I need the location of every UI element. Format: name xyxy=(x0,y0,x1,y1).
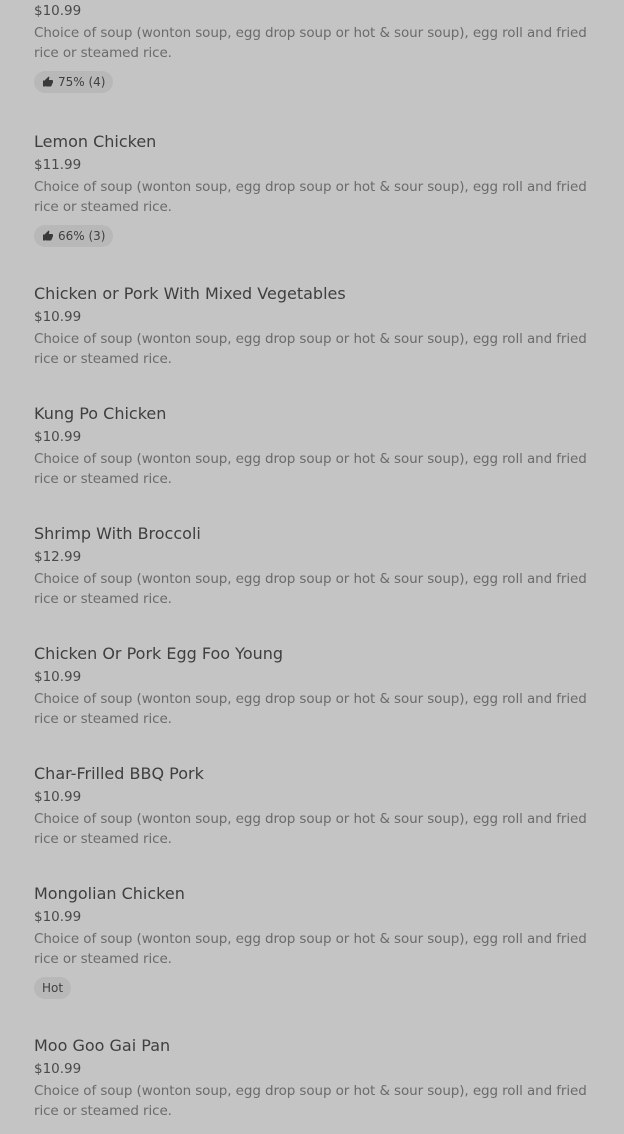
rating-text: 66% (3) xyxy=(58,229,106,243)
item-title: Chicken or Pork With Mixed Vegetables xyxy=(34,284,346,303)
item-price: $10.99 xyxy=(34,669,82,685)
item-price: $10.99 xyxy=(34,1061,82,1077)
menu-item[interactable]: Mongolian Chicken $10.99 Choice of soup … xyxy=(0,884,624,999)
item-price: $11.99 xyxy=(34,157,82,173)
thumbs-up-icon xyxy=(42,76,54,88)
item-title: Lemon Chicken xyxy=(34,132,157,151)
item-title: Shrimp With Broccoli xyxy=(34,524,201,543)
item-description: Choice of soup (wonton soup, egg drop so… xyxy=(34,1083,587,1119)
item-description: Choice of soup (wonton soup, egg drop so… xyxy=(34,571,587,607)
tag-text: Hot xyxy=(42,981,64,995)
menu-item[interactable]: Char-Frilled BBQ Pork $10.99 Choice of s… xyxy=(0,764,624,849)
item-description: Choice of soup (wonton soup, egg drop so… xyxy=(34,179,587,215)
menu-item[interactable]: Moo Goo Gai Pan $10.99 Choice of soup (w… xyxy=(0,1036,624,1121)
item-description: Choice of soup (wonton soup, egg drop so… xyxy=(34,811,587,847)
menu-item[interactable]: Kung Po Chicken $10.99 Choice of soup (w… xyxy=(0,404,624,489)
menu-item[interactable]: Lemon Chicken $11.99 Choice of soup (won… xyxy=(0,132,624,247)
item-title: Mongolian Chicken xyxy=(34,884,185,903)
tag-badge: Hot xyxy=(34,977,72,999)
item-price: $10.99 xyxy=(34,789,82,805)
rating-badge: 75% (4) xyxy=(34,71,114,93)
item-description: Choice of soup (wonton soup, egg drop so… xyxy=(34,691,587,727)
item-price: $10.99 xyxy=(34,429,82,445)
item-price: $12.99 xyxy=(34,549,82,565)
item-description: Choice of soup (wonton soup, egg drop so… xyxy=(34,331,587,367)
item-title: Moo Goo Gai Pan xyxy=(34,1036,171,1055)
item-description: Choice of soup (wonton soup, egg drop so… xyxy=(34,931,587,967)
rating-text: 75% (4) xyxy=(58,75,106,89)
item-price: $10.99 xyxy=(34,909,82,925)
menu-item[interactable]: $10.99 Choice of soup (wonton soup, egg … xyxy=(0,0,624,93)
menu-item[interactable]: Chicken or Pork With Mixed Vegetables $1… xyxy=(0,284,624,369)
item-description: Choice of soup (wonton soup, egg drop so… xyxy=(34,25,587,61)
item-description: Choice of soup (wonton soup, egg drop so… xyxy=(34,451,587,487)
item-title: Chicken Or Pork Egg Foo Young xyxy=(34,644,284,663)
thumbs-up-icon xyxy=(42,230,54,242)
menu-item[interactable]: Chicken Or Pork Egg Foo Young $10.99 Cho… xyxy=(0,644,624,729)
item-title: Kung Po Chicken xyxy=(34,404,167,423)
item-price: $10.99 xyxy=(34,309,82,325)
menu-item[interactable]: Shrimp With Broccoli $12.99 Choice of so… xyxy=(0,524,624,609)
item-price: $10.99 xyxy=(34,3,82,19)
rating-badge: 66% (3) xyxy=(34,225,114,247)
item-title: Char-Frilled BBQ Pork xyxy=(34,764,204,783)
